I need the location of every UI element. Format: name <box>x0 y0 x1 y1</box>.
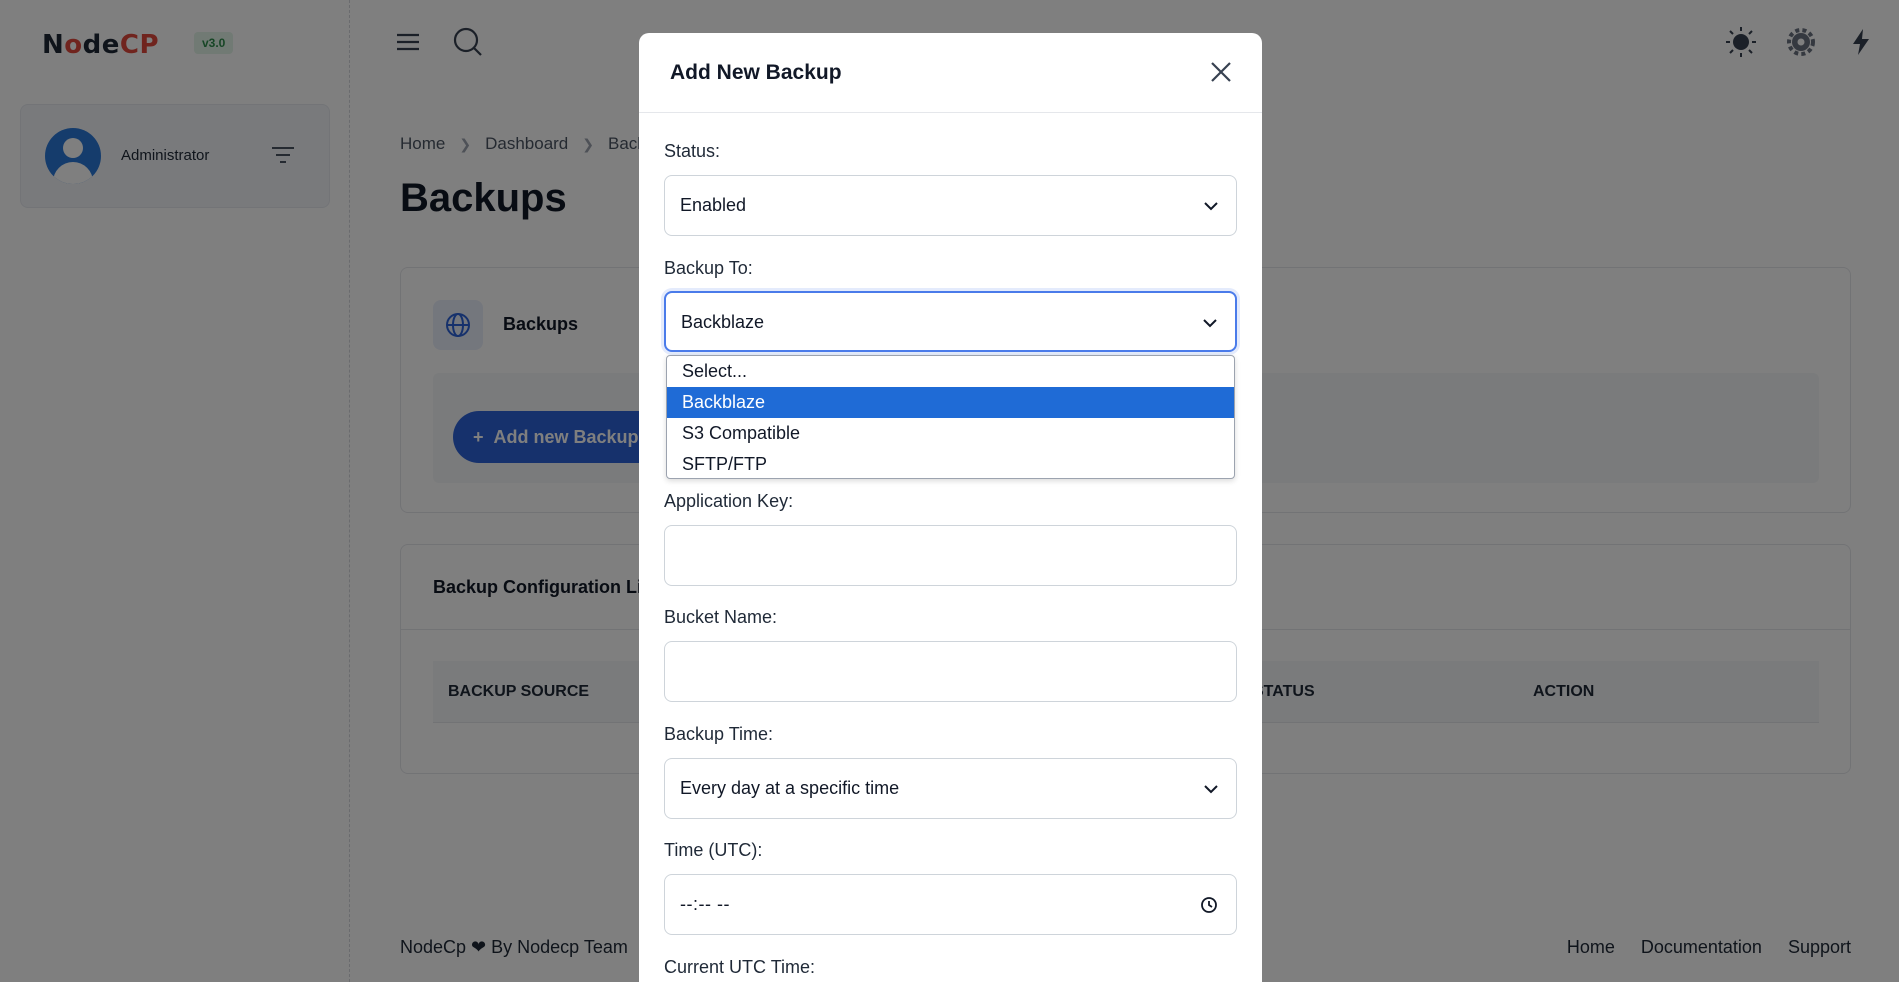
modal-header: Add New Backup <box>639 33 1262 113</box>
chevron-down-icon <box>1204 202 1218 211</box>
dropdown-option-sftp-ftp[interactable]: SFTP/FTP <box>667 449 1234 478</box>
application-key-input[interactable] <box>664 525 1237 586</box>
close-icon[interactable] <box>1208 59 1234 85</box>
backup-to-select[interactable]: Backblaze <box>664 291 1237 352</box>
status-label: Status: <box>664 141 721 161</box>
bucket-name-label: Bucket Name: <box>664 607 778 627</box>
bucket-name-input[interactable] <box>664 641 1237 702</box>
backup-time-select-value: Every day at a specific time <box>680 778 900 798</box>
time-utc-input[interactable]: --:-- -- <box>664 874 1237 935</box>
clock-icon[interactable] <box>1200 896 1218 914</box>
backup-to-select-value: Backblaze <box>681 312 765 332</box>
modal-title: Add New Backup <box>670 61 842 84</box>
chevron-down-icon <box>1204 785 1218 794</box>
current-utc-label: Current UTC Time: <box>664 957 816 977</box>
status-select-value: Enabled <box>680 195 747 215</box>
status-select[interactable]: Enabled <box>664 175 1237 236</box>
backup-to-label: Backup To: <box>664 258 753 278</box>
backup-time-label: Backup Time: <box>664 724 774 744</box>
time-utc-value: --:-- -- <box>680 894 730 914</box>
backup-to-dropdown-list: Select... Backblaze S3 Compatible SFTP/F… <box>666 355 1235 479</box>
time-utc-label: Time (UTC): <box>664 840 763 860</box>
dropdown-option-backblaze[interactable]: Backblaze <box>667 387 1234 418</box>
dropdown-option-select[interactable]: Select... <box>667 356 1234 387</box>
dropdown-option-s3-compatible[interactable]: S3 Compatible <box>667 418 1234 449</box>
backup-time-select[interactable]: Every day at a specific time <box>664 758 1237 819</box>
add-backup-modal: Add New Backup Status: Enabled Backup To… <box>639 33 1262 982</box>
chevron-down-icon <box>1203 319 1217 328</box>
application-key-label: Application Key: <box>664 491 794 511</box>
